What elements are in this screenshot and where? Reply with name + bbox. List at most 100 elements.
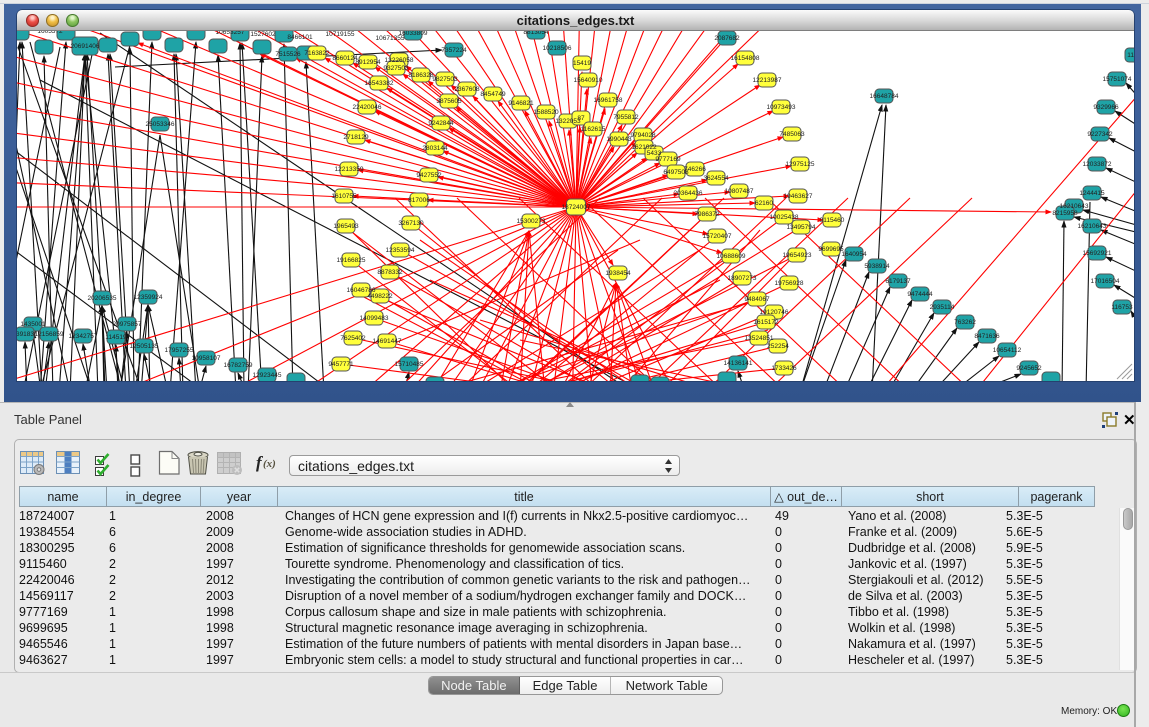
svg-text:12353594: 12353594 <box>386 247 415 254</box>
svg-text:9484067: 9484067 <box>744 296 770 303</box>
svg-text:817006: 817006 <box>408 197 430 204</box>
svg-text:1733426: 1733426 <box>771 365 797 372</box>
svg-text:1610755: 1610755 <box>331 193 357 200</box>
svg-text:18907273: 18907273 <box>728 275 757 282</box>
svg-text:16648784: 16648784 <box>870 93 899 100</box>
svg-text:114519: 114519 <box>105 334 127 341</box>
svg-text:2935114: 2935114 <box>930 304 955 311</box>
svg-text:116753: 116753 <box>1111 304 1133 311</box>
svg-text:12505135: 12505135 <box>130 343 159 350</box>
svg-text:16210643: 16210643 <box>1078 223 1107 230</box>
svg-text:1435001: 1435001 <box>20 321 46 328</box>
svg-text:16210643: 16210643 <box>1060 203 1089 210</box>
svg-text:12342757: 12342757 <box>69 333 98 340</box>
svg-text:10688609: 10688609 <box>717 253 746 260</box>
svg-text:13495794: 13495794 <box>787 224 816 231</box>
svg-text:7986372: 7986372 <box>694 211 720 218</box>
svg-text:7357224: 7357224 <box>441 47 467 54</box>
svg-text:9794028: 9794028 <box>630 132 656 139</box>
svg-text:12975125: 12975125 <box>786 161 815 168</box>
svg-text:20364436: 20364436 <box>674 190 703 197</box>
svg-text:9457771: 9457771 <box>328 361 354 368</box>
svg-text:14136141: 14136141 <box>724 360 753 367</box>
svg-text:12923445: 12923445 <box>253 372 282 379</box>
svg-text:15692921: 15692921 <box>1083 250 1112 257</box>
svg-text:5938914: 5938914 <box>864 263 890 270</box>
svg-text:1605572: 1605572 <box>37 31 63 35</box>
svg-text:2803144: 2803144 <box>422 145 448 152</box>
svg-text:8813054: 8813054 <box>523 31 549 36</box>
svg-text:1640954: 1640954 <box>841 251 867 258</box>
svg-text:2087682: 2087682 <box>714 35 740 42</box>
svg-text:9227342: 9227342 <box>1087 131 1113 138</box>
svg-text:252254: 252254 <box>767 343 789 350</box>
svg-text:7485063: 7485063 <box>779 131 805 138</box>
svg-text:17957255: 17957255 <box>165 347 194 354</box>
svg-text:9115460: 9115460 <box>820 217 845 224</box>
svg-text:1965493: 1965493 <box>333 223 359 230</box>
svg-text:15640910: 15640910 <box>574 77 603 84</box>
svg-text:8912954: 8912954 <box>355 59 381 66</box>
svg-text:13226058: 13226058 <box>385 57 414 64</box>
svg-text:15720407: 15720407 <box>703 233 732 240</box>
svg-text:12359924: 12359924 <box>134 294 163 301</box>
svg-text:9146821: 9146821 <box>508 100 534 107</box>
svg-text:16782759: 16782759 <box>224 362 253 369</box>
svg-text:8878332: 8878332 <box>377 269 403 276</box>
svg-text:10671355: 10671355 <box>376 35 405 42</box>
svg-text:9245652: 9245652 <box>1016 365 1042 372</box>
svg-text:10025438: 10025438 <box>770 214 799 221</box>
svg-text:8186328: 8186328 <box>408 72 434 79</box>
svg-text:9427552: 9427552 <box>416 172 442 179</box>
svg-text:10807487: 10807487 <box>725 188 754 195</box>
svg-text:7625402: 7625402 <box>340 335 366 342</box>
svg-text:1527602: 1527602 <box>250 31 276 38</box>
svg-text:1938454: 1938454 <box>605 270 631 277</box>
svg-text:4498222: 4498222 <box>367 293 393 300</box>
svg-text:9474444: 9474444 <box>907 291 933 298</box>
svg-text:763262: 763262 <box>954 319 976 326</box>
svg-text:15710485: 15710485 <box>395 361 424 368</box>
svg-text:13524851: 13524851 <box>745 335 774 342</box>
svg-text:8660124: 8660124 <box>332 55 358 62</box>
svg-text:10958107: 10958107 <box>192 355 221 362</box>
svg-text:14099483: 14099483 <box>360 315 389 322</box>
svg-text:746266: 746266 <box>684 166 706 173</box>
svg-text:2367608: 2367608 <box>454 86 480 93</box>
svg-text:9242844: 9242844 <box>428 120 454 127</box>
svg-text:3624554: 3624554 <box>703 175 729 182</box>
svg-text:8215958: 8215958 <box>1052 210 1078 217</box>
svg-text:6179137: 6179137 <box>885 278 911 285</box>
svg-text:19756928: 19756928 <box>775 280 804 287</box>
svg-text:15751074: 15751074 <box>1103 76 1132 83</box>
svg-text:3875605: 3875605 <box>436 98 462 105</box>
svg-text:25053346: 25053346 <box>146 121 175 128</box>
svg-text:10973493: 10973493 <box>767 104 796 111</box>
svg-text:9327503: 9327503 <box>383 65 409 72</box>
svg-text:1244415: 1244415 <box>1079 190 1105 197</box>
svg-text:19463627: 19463627 <box>784 193 813 200</box>
svg-text:10719155: 10719155 <box>326 31 355 38</box>
svg-text:9827503: 9827503 <box>432 76 458 83</box>
svg-text:20975857: 20975857 <box>113 321 142 328</box>
svg-text:20691406: 20691406 <box>71 43 100 50</box>
svg-text:39183: 39183 <box>17 331 34 338</box>
svg-text:14691447: 14691447 <box>373 338 402 345</box>
svg-text:10654112: 10654112 <box>993 347 1022 354</box>
svg-text:7163822: 7163822 <box>304 50 330 57</box>
svg-text:12213987: 12213987 <box>753 77 782 84</box>
svg-text:7515526: 7515526 <box>275 51 301 58</box>
svg-text:15300273: 15300273 <box>517 218 546 225</box>
svg-text:2718129: 2718129 <box>343 134 369 141</box>
svg-text:1990443: 1990443 <box>606 136 632 143</box>
svg-text:12033872: 12033872 <box>1083 161 1112 168</box>
svg-text:16154808: 16154808 <box>731 55 760 62</box>
svg-text:15419: 15419 <box>573 60 591 67</box>
svg-text:16961758: 16961758 <box>594 97 623 104</box>
svg-text:19166825: 19166825 <box>337 257 366 264</box>
svg-text:8471636: 8471636 <box>974 333 1000 340</box>
svg-text:9777169: 9777169 <box>655 156 681 163</box>
svg-text:10653257: 10653257 <box>216 31 245 36</box>
svg-text:20206535: 20206535 <box>88 295 117 302</box>
svg-text:16543382: 16543382 <box>365 80 394 87</box>
